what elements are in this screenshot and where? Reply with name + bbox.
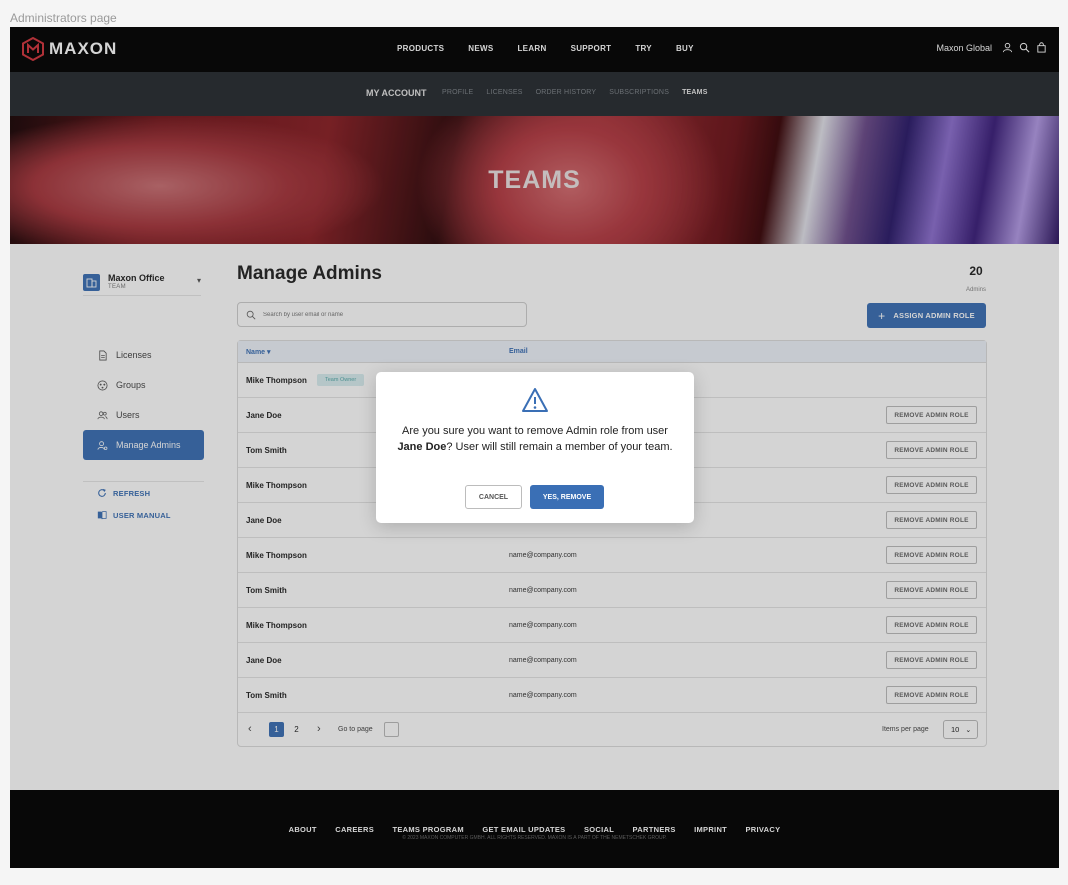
page-frame: MAXON PRODUCTS NEWS LEARN SUPPORT TRY BU… xyxy=(10,27,1059,868)
confirm-remove-button[interactable]: YES, REMOVE xyxy=(530,485,604,509)
remove-admin-dialog: Are you sure you want to remove Admin ro… xyxy=(376,372,694,523)
dialog-message: Are you sure you want to remove Admin ro… xyxy=(397,425,673,453)
frame-label: Administrators page xyxy=(10,11,117,25)
warning-icon xyxy=(522,388,548,412)
dialog-user-name: Jane Doe xyxy=(397,441,447,453)
cancel-button[interactable]: CANCEL xyxy=(465,485,522,509)
